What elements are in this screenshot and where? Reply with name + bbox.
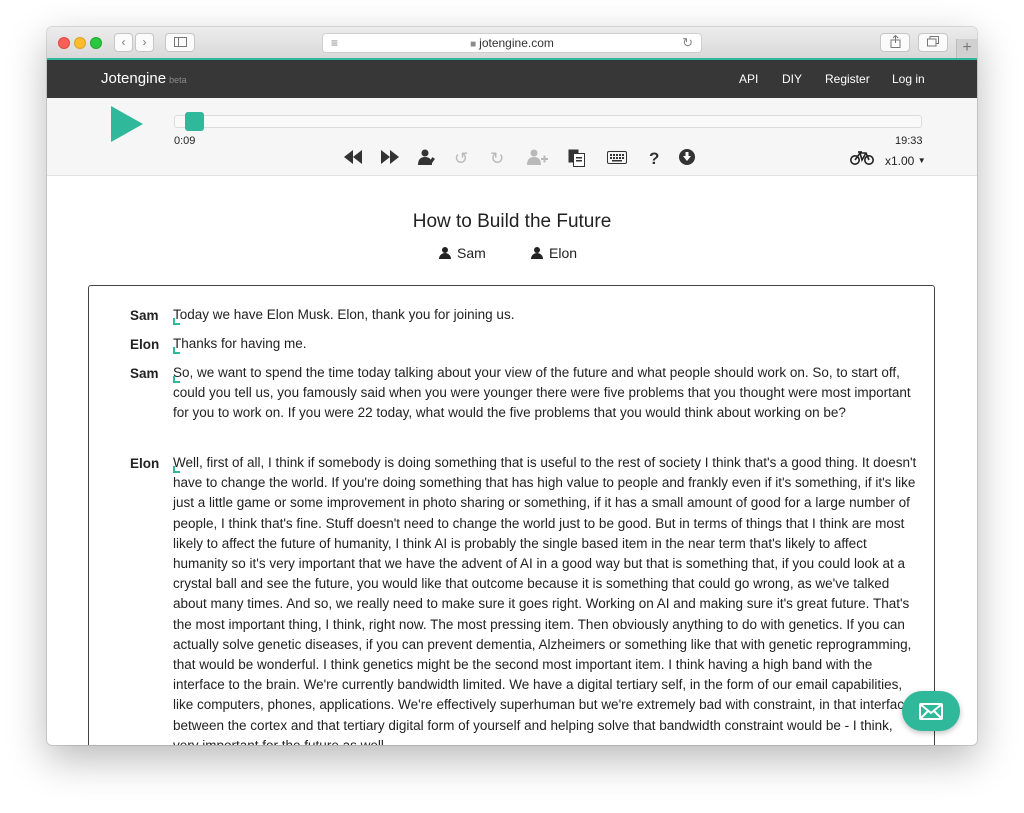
new-tab-button[interactable]: + xyxy=(956,39,977,58)
playback-speed-value: x1.00 xyxy=(885,154,915,168)
nav-link-register[interactable]: Register xyxy=(825,72,870,86)
total-duration: 19:33 xyxy=(895,135,923,147)
sidebar-icon xyxy=(173,37,187,47)
undo-icon[interactable]: ↺ xyxy=(454,149,468,169)
audio-player: 0:09 19:33 ↺ ↻ ? x1.00 ▼ xyxy=(47,98,977,176)
forward-button[interactable]: › xyxy=(135,33,154,52)
beta-badge: beta xyxy=(169,75,187,85)
reader-icon[interactable]: ≡ xyxy=(331,34,338,52)
segment-text[interactable]: Well, first of all, I think if somebody … xyxy=(173,453,920,745)
close-window-button[interactable] xyxy=(58,37,70,49)
nav-link-api[interactable]: API xyxy=(739,72,758,86)
tabs-overview-button[interactable] xyxy=(918,33,948,52)
keyboard-icon[interactable] xyxy=(607,149,627,169)
browser-window: ‹ › ≡ ■ jotengine.com ↻ + Jotengine beta A… xyxy=(47,27,977,745)
speaker-tag-label: Elon xyxy=(549,245,578,261)
rewind-icon[interactable] xyxy=(344,149,362,169)
caret-down-icon: ▼ xyxy=(917,156,926,165)
play-button[interactable] xyxy=(111,106,143,142)
share-button[interactable] xyxy=(880,33,910,52)
help-icon[interactable]: ? xyxy=(649,149,659,169)
site-brand[interactable]: Jotengine beta xyxy=(101,70,187,87)
speaker-tag-elon[interactable]: Elon xyxy=(531,245,577,261)
feedback-button[interactable] xyxy=(902,691,960,731)
progress-track[interactable] xyxy=(174,115,922,128)
zoom-window-button[interactable] xyxy=(90,37,102,49)
segment-speaker[interactable]: Sam xyxy=(130,308,159,323)
segment-speaker[interactable]: Sam xyxy=(130,366,159,381)
playback-speed-dropdown[interactable]: x1.00 ▼ xyxy=(885,154,926,168)
envelope-icon xyxy=(919,703,943,720)
segment-speaker[interactable]: Elon xyxy=(130,337,159,352)
brand-name: Jotengine xyxy=(101,70,167,87)
add-speaker-icon[interactable] xyxy=(527,149,548,170)
bicycle-icon[interactable] xyxy=(850,150,874,170)
fast-forward-icon[interactable] xyxy=(381,149,399,169)
nav-link-diy[interactable]: DIY xyxy=(782,72,802,86)
user-icon xyxy=(439,247,451,259)
share-icon xyxy=(890,34,900,48)
speaker-tag-sam[interactable]: Sam xyxy=(439,245,486,261)
speakers-icon[interactable] xyxy=(418,149,437,170)
minimize-window-button[interactable] xyxy=(74,37,86,49)
url-text: jotengine.com xyxy=(479,36,554,50)
sidebar-toggle-button[interactable] xyxy=(165,33,195,52)
back-button[interactable]: ‹ xyxy=(114,33,133,52)
segment-text[interactable]: So, we want to spend the time today talk… xyxy=(173,363,920,424)
transcript-panel[interactable]: Sam Today we have Elon Musk. Elon, thank… xyxy=(88,285,935,745)
address-bar[interactable]: ≡ ■ jotengine.com ↻ xyxy=(322,33,702,53)
nav-link-login[interactable]: Log in xyxy=(892,72,925,86)
reload-icon[interactable]: ↻ xyxy=(682,34,693,52)
user-icon xyxy=(531,247,543,259)
segment-text[interactable]: Today we have Elon Musk. Elon, thank you… xyxy=(173,305,920,326)
current-time: 0:09 xyxy=(174,135,196,147)
speaker-tag-label: Sam xyxy=(457,245,486,261)
tabs-icon xyxy=(927,36,939,47)
site-navbar: Jotengine beta API DIY Register Log in xyxy=(47,58,977,98)
document-title: How to Build the Future xyxy=(412,211,612,232)
lock-icon: ■ xyxy=(470,39,477,50)
redo-icon[interactable]: ↻ xyxy=(490,149,504,169)
browser-toolbar: ‹ › ≡ ■ jotengine.com ↻ + xyxy=(47,27,977,59)
segment-text[interactable]: Thanks for having me. xyxy=(173,334,920,355)
segment-speaker[interactable]: Elon xyxy=(130,456,159,471)
copy-icon[interactable] xyxy=(568,149,585,172)
progress-handle[interactable] xyxy=(184,112,204,131)
download-icon[interactable] xyxy=(679,149,695,170)
